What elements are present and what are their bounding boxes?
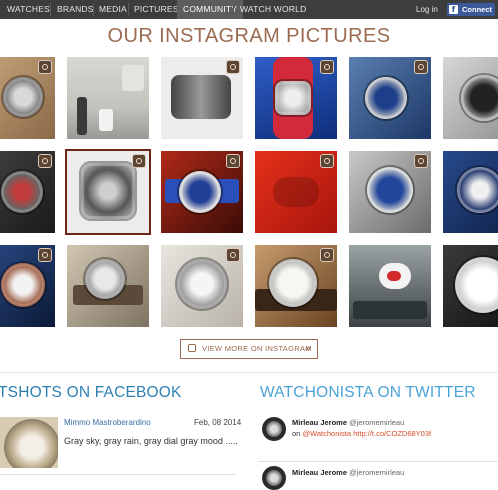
connect-label: Connect [462,5,492,14]
instagram-photo[interactable] [443,245,498,327]
tweet-header: Mirleau Jerome @jeromemirleau [292,468,404,477]
facebook-post-author[interactable]: Mimmo Mastroberardino [64,418,151,427]
tweet-author-name[interactable]: Mirleau Jerome [292,418,347,427]
instagram-icon [226,248,240,262]
instagram-icon [320,248,334,262]
login-link[interactable]: Log in [416,0,438,19]
instagram-icon [38,248,52,262]
instagram-icon [38,154,52,168]
instagram-photo[interactable] [67,151,149,233]
instagram-photo[interactable] [161,151,243,233]
instagram-photo[interactable] [349,151,431,233]
nav-item-pictures[interactable]: PICTURES [129,0,184,19]
tweet-url-link[interactable]: http://t.co/COZD68Y03f [353,429,431,438]
facebook-section-title: TSHOTS ON FACEBOOK [0,384,182,401]
instagram-icon [226,154,240,168]
instagram-photo[interactable] [443,151,498,233]
double-chevron-right-icon: » [305,343,311,354]
section-divider [0,372,498,373]
nav-item-media[interactable]: MEDIA [94,0,132,19]
instagram-photo[interactable] [349,57,431,139]
instagram-photo[interactable] [443,57,498,139]
facebook-connect-button[interactable]: f Connect [447,3,495,16]
instagram-photo[interactable] [349,245,431,327]
instagram-photo[interactable] [255,57,337,139]
instagram-photo[interactable] [67,245,149,327]
view-more-instagram-button[interactable]: VIEW MORE ON INSTAGRAM » [180,339,318,359]
instagram-photo[interactable] [0,57,55,139]
instagram-icon [320,154,334,168]
tweet-header: Mirleau Jerome @jeromemirleau [292,418,404,427]
twitter-avatar[interactable] [262,466,286,490]
instagram-small-icon [188,344,196,352]
instagram-photo[interactable] [0,245,55,327]
instagram-icon [320,60,334,74]
tweet-separator [258,461,498,462]
tweet-author-name[interactable]: Mirleau Jerome [292,468,347,477]
instagram-icon [132,154,146,168]
instagram-photo[interactable] [0,151,55,233]
facebook-post-separator [0,474,236,475]
facebook-post-image[interactable] [0,417,58,468]
instagram-icon [414,154,428,168]
tweet-text: on @Watchonista http://t.co/COZD68Y03f [292,429,431,438]
tweet-prefix: on [292,429,301,438]
tweet-author-handle[interactable]: @jeromemirleau [349,418,404,427]
twitter-section-title: WATCHONISTA ON TWITTER [260,384,476,401]
instagram-icon [38,60,52,74]
nav-item-watches[interactable]: WATCHES [0,0,57,19]
facebook-post-date: Feb, 08 2014 [194,418,242,427]
facebook-post-text: Gray sky, gray rain, gray dial gray mood… [64,436,238,446]
instagram-photo[interactable] [255,151,337,233]
tweet-author-handle[interactable]: @jeromemirleau [349,468,404,477]
facebook-icon: f [449,5,458,14]
instagram-section-title: OUR INSTAGRAM PICTURES [107,25,391,47]
instagram-photo[interactable] [161,57,243,139]
instagram-photo[interactable] [67,57,149,139]
view-more-label: VIEW MORE ON INSTAGRAM [202,344,312,353]
nav-item-watch-world[interactable]: WATCH WORLD [234,0,312,19]
twitter-avatar[interactable] [262,417,286,441]
instagram-icon [226,60,240,74]
tweet-mention-link[interactable]: @Watchonista [302,429,351,438]
instagram-photo[interactable] [255,245,337,327]
top-nav: WATCHES BRANDS MEDIA PICTURES COMMUNITY … [0,0,498,19]
instagram-photo[interactable] [161,245,243,327]
instagram-icon [414,60,428,74]
